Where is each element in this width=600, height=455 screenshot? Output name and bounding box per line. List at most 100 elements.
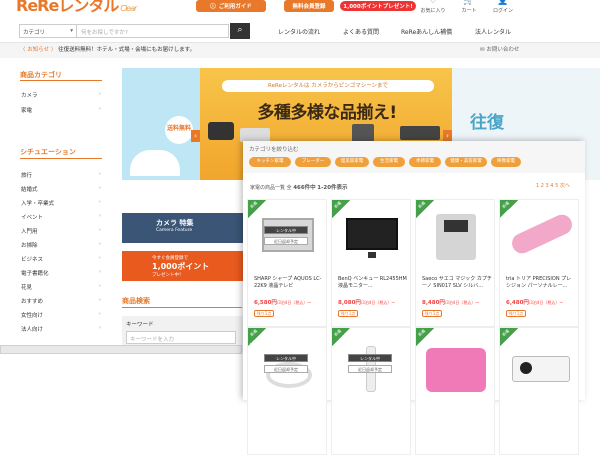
chapel-illustration xyxy=(130,150,180,176)
filter-tag[interactable]: 映像家電 xyxy=(491,157,521,167)
filter-tag[interactable]: 理美容家電 xyxy=(335,157,369,167)
sidebar-item-situation[interactable]: 電子書籍化 › xyxy=(21,269,101,277)
category-heading: 商品カテゴリ xyxy=(20,71,62,79)
product-card[interactable]: 新着 BenQ ベンキュー RL2455HM 液晶モニター... 8,080円/3泊… xyxy=(331,199,411,327)
stock-badge: 残り1点 xyxy=(422,310,442,317)
sidebar-item-appliance[interactable]: 家電 › xyxy=(21,106,101,114)
situation-heading: シチュエーション xyxy=(20,148,76,156)
nav-flow[interactable]: レンタルの流れ xyxy=(278,27,320,36)
product-title[interactable]: SHARP シャープ AQUOS LC-22K9 液晶テレビ xyxy=(254,276,324,290)
points-badge[interactable]: 1,000ポイントプレゼント! xyxy=(340,1,416,11)
product-title[interactable]: Saeco サエコ マジック カプチーノ SIN017 SLV シルバ... xyxy=(422,276,492,290)
sidebar-item-situation[interactable]: 入門用 › xyxy=(21,227,101,235)
device-image xyxy=(400,126,440,140)
nav-faq[interactable]: よくある質問 xyxy=(343,27,379,36)
chevron-right-icon: › xyxy=(98,91,101,97)
search-icon: ⌕ xyxy=(237,25,243,35)
product-card[interactable]: 新着 xyxy=(499,327,579,455)
filter-tag[interactable]: ブレーダー xyxy=(295,157,331,167)
nav-corporate[interactable]: 法人レンタル xyxy=(475,27,511,36)
product-title[interactable]: tria トリア PRECISION プレシジョン パーソナルレー... xyxy=(506,276,576,290)
divider xyxy=(20,80,102,81)
filter-tag[interactable]: 季節家電 xyxy=(409,157,441,167)
guide-button[interactable]: ⓘ ご利用ガイド xyxy=(196,0,266,12)
sidebar-item-situation[interactable]: イベント › xyxy=(21,213,101,221)
sidebar-item-situation[interactable]: お掃除 › xyxy=(21,241,101,249)
login-link[interactable]: 👤 ログイン xyxy=(488,0,518,14)
rented-label: レンタル中 xyxy=(348,354,392,362)
free-shipping-badge: 送料無料 xyxy=(165,116,193,144)
cart-link[interactable]: 🛒 カート xyxy=(454,0,484,14)
banner-prev-button[interactable]: ‹ xyxy=(191,130,200,142)
new-badge: 新着 xyxy=(248,200,266,218)
banner-right-text: 往復 xyxy=(470,113,504,133)
keyword-input[interactable]: キーワードを入力 xyxy=(126,331,236,344)
new-badge: 新着 xyxy=(248,328,266,346)
cart-icon: 🛒 xyxy=(463,0,475,6)
nav-guarantee[interactable]: ReReあんしん補償 xyxy=(401,27,452,36)
divider xyxy=(122,307,242,308)
product-price: 8,480円/3泊4日（税込）～ xyxy=(422,300,480,306)
contact-link[interactable]: ✉ お問い合わせ xyxy=(480,45,519,53)
filter-tag[interactable]: 生活家電 xyxy=(373,157,405,167)
filter-tag[interactable]: 健康・美容家電 xyxy=(445,157,487,167)
points-promo-banner[interactable]: 今すぐ会員登録で 1,000ポイント プレゼント中！ xyxy=(122,251,244,281)
chevron-right-icon: › xyxy=(98,297,101,303)
heart-icon: ♡ xyxy=(428,0,438,6)
news-text[interactable]: 〈 お知らせ 〉 往復送料無料！ホテル・式場・会場にもお届けします。 xyxy=(20,45,195,53)
sidebar-item-situation[interactable]: 花見 › xyxy=(21,283,101,291)
sidebar-item-situation[interactable]: 法人向け › xyxy=(21,325,101,333)
return-soon-label: 近日返却予定 xyxy=(264,237,308,245)
sidebar-item-situation[interactable]: 入学・卒業式 › xyxy=(21,199,101,207)
search-input[interactable]: 何をお探しですか? xyxy=(77,24,229,38)
product-card[interactable]: 新着レンタル中近日返却予定 SHARP シャープ AQUOS LC-22K9 液晶… xyxy=(247,199,327,327)
product-card[interactable]: 新着レンタル中近日返却予定 xyxy=(247,327,327,455)
sidebar-item-situation[interactable]: おすすめ › xyxy=(21,297,101,305)
chevron-down-icon: ▾ xyxy=(70,28,73,34)
chevron-right-icon: › xyxy=(98,241,101,247)
chevron-left-icon: ‹ xyxy=(194,132,197,140)
rented-label: レンタル中 xyxy=(264,354,308,362)
stock-badge: 残り1点 xyxy=(506,310,526,317)
category-select[interactable]: カテゴリ ▾ xyxy=(19,24,77,38)
sidebar-item-situation[interactable]: ビジネス › xyxy=(21,255,101,263)
product-card[interactable]: 新着 レンタル中 近日返却予定 xyxy=(331,327,411,455)
chevron-right-icon: › xyxy=(98,255,101,261)
favorite-link[interactable]: ♡ お気に入り xyxy=(418,0,448,14)
horizontal-scrollbar[interactable] xyxy=(0,345,242,354)
register-button[interactable]: 無料会員登録 xyxy=(284,0,334,12)
filter-tag[interactable]: キッチン家電 xyxy=(249,157,291,167)
product-search-heading: 商品検索 xyxy=(122,297,150,305)
chevron-right-icon: › xyxy=(98,171,101,177)
rented-label: レンタル中 xyxy=(264,226,308,234)
stock-badge: 残り1点 xyxy=(338,310,358,317)
chevron-right-icon: › xyxy=(98,185,101,191)
product-price: 6,480円/3泊4日（税込）～ xyxy=(506,300,564,306)
chevron-right-icon: › xyxy=(98,269,101,275)
banner-headline: 多種多様な品揃え! xyxy=(257,103,397,123)
appliance-image xyxy=(240,128,270,142)
new-badge: 新着 xyxy=(500,200,518,218)
site-logo[interactable]: ReReレンタル Clear xyxy=(16,0,137,16)
camera-feature-banner[interactable]: カメラ 特集 Camera Feature xyxy=(122,213,244,243)
sidebar-item-camera[interactable]: カメラ › xyxy=(21,91,101,99)
return-soon-label: 近日返却予定 xyxy=(348,365,392,373)
product-card[interactable]: 新着 Saeco サエコ マジック カプチーノ SIN017 SLV シルバ...… xyxy=(415,199,495,327)
pagination[interactable]: 1 2 3 4 5 次へ xyxy=(536,182,570,189)
keyword-label: キーワード xyxy=(126,322,154,328)
chevron-right-icon: › xyxy=(446,132,449,140)
sidebar-item-situation[interactable]: 結婚式 › xyxy=(21,185,101,193)
filter-label: カテゴリを絞り込む xyxy=(249,147,299,153)
search-button[interactable]: ⌕ xyxy=(230,23,250,39)
product-title[interactable]: BenQ ベンキュー RL2455HM 液晶モニター... xyxy=(338,276,408,290)
return-soon-label: 近日返却予定 xyxy=(264,365,308,373)
sidebar-item-situation[interactable]: 女性向け › xyxy=(21,311,101,319)
stock-badge: 残り1点 xyxy=(254,310,274,317)
product-card[interactable]: 新着 tria トリア PRECISION プレシジョン パーソナルレー... 6,… xyxy=(499,199,579,327)
user-icon: 👤 xyxy=(497,0,509,6)
result-count: 家電の商品一覧 全 466件中 1-20件表示 xyxy=(250,185,348,191)
chevron-right-icon: › xyxy=(98,106,101,112)
product-card[interactable]: 新着 xyxy=(415,327,495,455)
sidebar-item-situation[interactable]: 旅行 › xyxy=(21,171,101,179)
divider xyxy=(20,158,102,159)
